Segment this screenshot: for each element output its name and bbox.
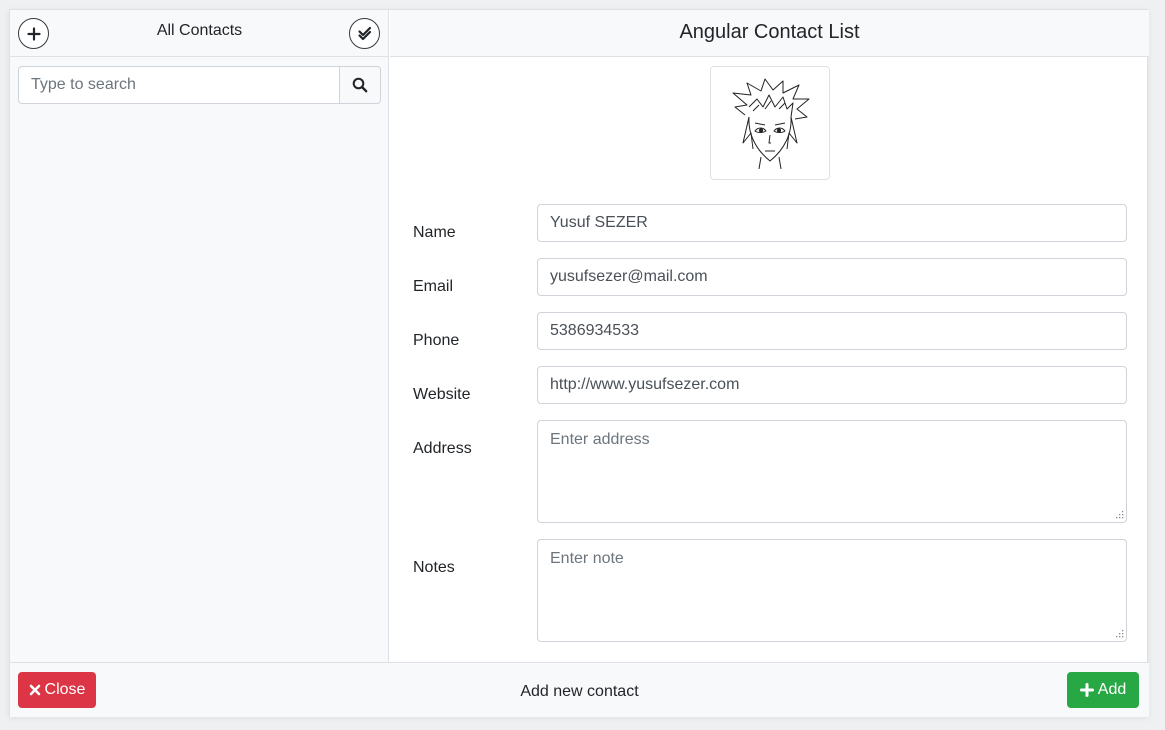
address-field[interactable] bbox=[537, 420, 1127, 523]
sidebar-header: All Contacts bbox=[10, 10, 389, 57]
phone-label: Phone bbox=[413, 332, 460, 349]
website-label: Website bbox=[413, 386, 471, 403]
add-contact-button[interactable] bbox=[18, 18, 49, 49]
avatar[interactable] bbox=[710, 66, 830, 180]
plus-icon bbox=[1079, 683, 1094, 697]
sidebar: All Contacts bbox=[10, 10, 389, 662]
name-label: Name bbox=[413, 224, 456, 241]
times-icon bbox=[29, 684, 40, 696]
address-label: Address bbox=[413, 440, 472, 457]
website-field[interactable] bbox=[537, 366, 1127, 404]
close-button-label: Close bbox=[44, 681, 86, 698]
select-all-button[interactable] bbox=[349, 18, 380, 49]
resize-grip-icon[interactable] bbox=[1116, 630, 1124, 638]
plus-circle-icon bbox=[26, 26, 41, 41]
search-input[interactable] bbox=[18, 66, 339, 104]
add-button[interactable]: Add bbox=[1067, 672, 1139, 708]
phone-field[interactable] bbox=[537, 312, 1127, 350]
status-text: Add new contact bbox=[520, 683, 639, 700]
email-label: Email bbox=[413, 278, 454, 295]
search-group bbox=[18, 66, 381, 104]
footer-bar: Close Add new contact Add bbox=[10, 662, 1149, 717]
notes-field[interactable] bbox=[537, 539, 1127, 642]
sidebar-title: All Contacts bbox=[156, 22, 243, 39]
name-field[interactable] bbox=[537, 204, 1127, 242]
page-title: Angular Contact List bbox=[390, 10, 1149, 57]
check-double-icon bbox=[357, 26, 371, 40]
resize-grip-icon[interactable] bbox=[1116, 511, 1124, 519]
anime-avatar-image bbox=[732, 78, 810, 169]
app-window: All Contacts Angular Contact List bbox=[9, 9, 1149, 717]
search-icon bbox=[352, 77, 368, 93]
notes-label: Notes bbox=[413, 559, 455, 576]
close-button[interactable]: Close bbox=[18, 672, 96, 708]
contact-form-panel: Angular Contact List Name Yusuf SEZER Em… bbox=[390, 10, 1149, 662]
email-field[interactable] bbox=[537, 258, 1127, 296]
search-button[interactable] bbox=[339, 66, 381, 104]
add-button-label: Add bbox=[1097, 681, 1127, 698]
